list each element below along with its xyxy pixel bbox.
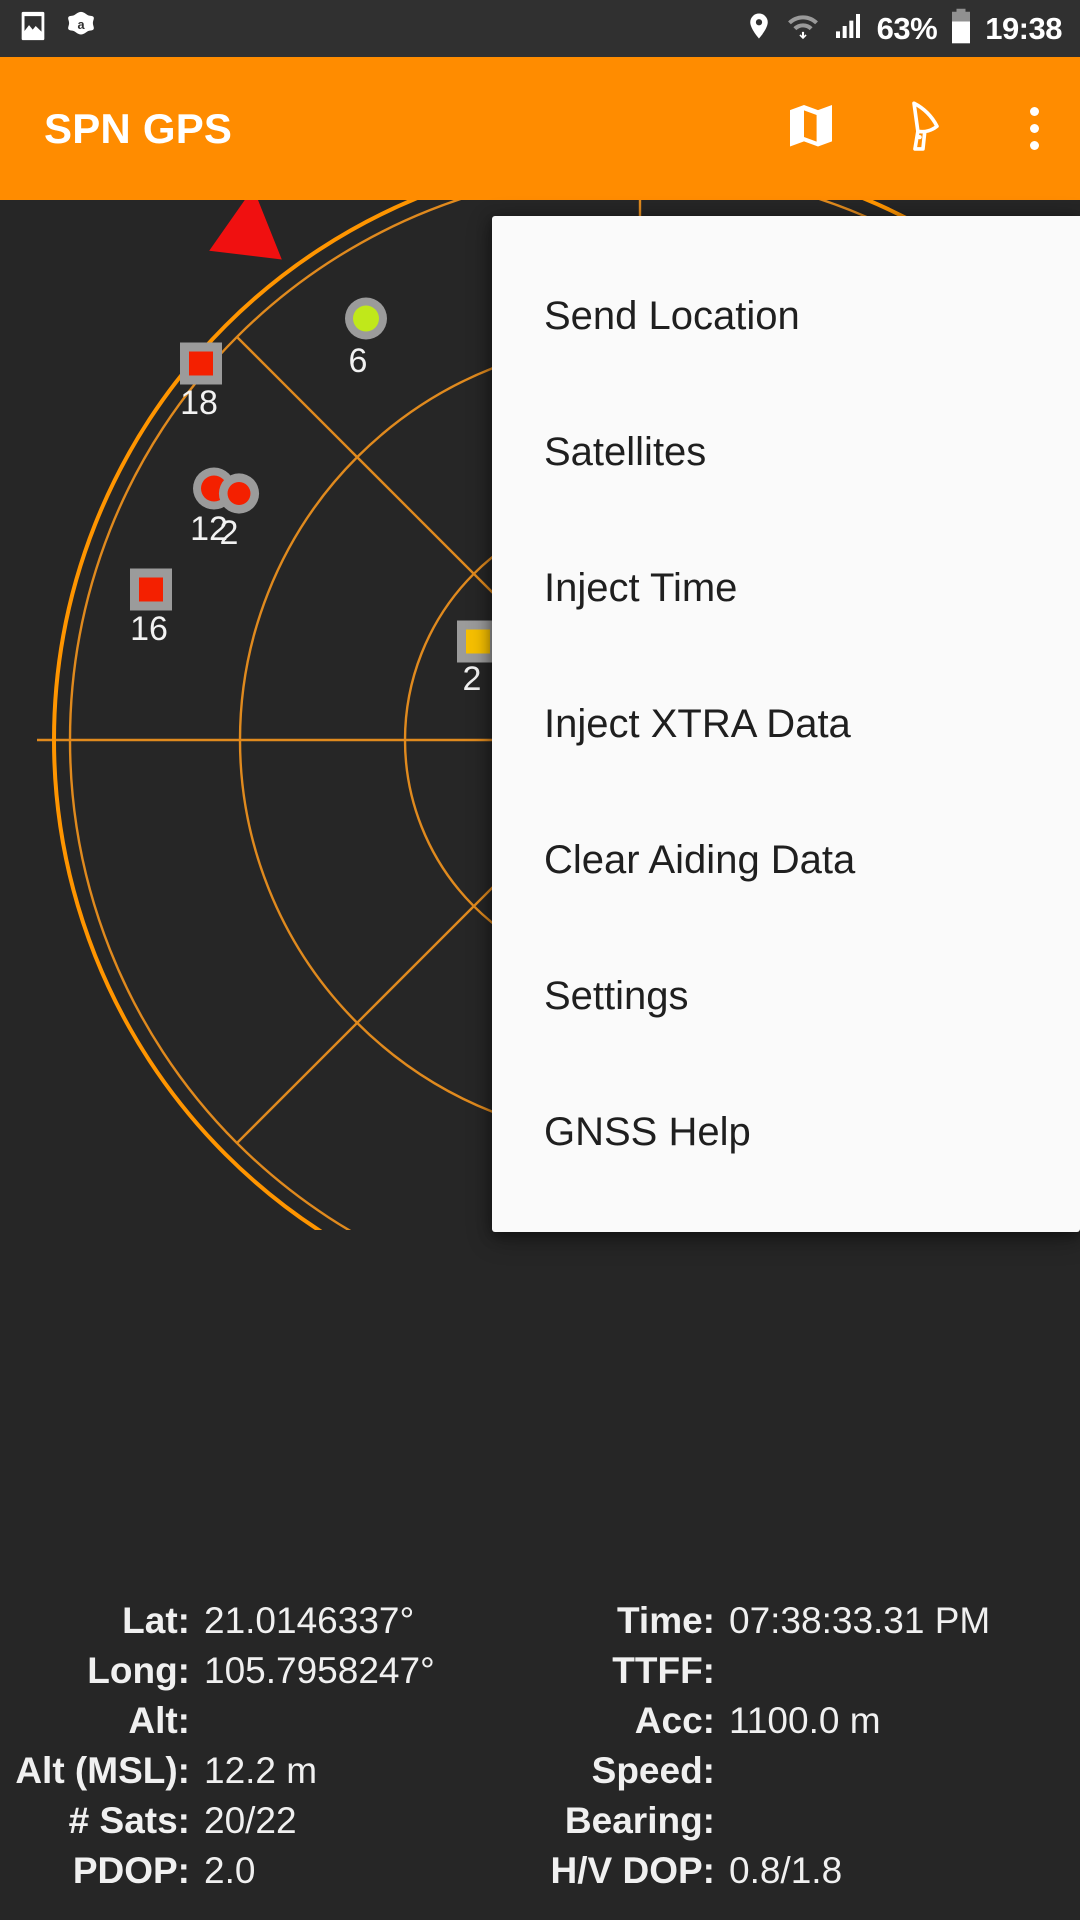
status-bar-right-icons: 63% 19:38 bbox=[744, 8, 1080, 49]
overflow-menu-popup[interactable]: Send Location Satellites Inject Time Inj… bbox=[492, 216, 1080, 1232]
menu-item-inject-time[interactable]: Inject Time bbox=[492, 520, 1080, 656]
stat-value-lat: 21.0146337° bbox=[204, 1600, 415, 1641]
wifi-icon bbox=[787, 9, 819, 48]
map-icon bbox=[783, 98, 839, 159]
stat-label-ttff: TTFF: bbox=[612, 1650, 715, 1691]
satellite-label: 6 bbox=[348, 342, 368, 380]
image-icon bbox=[16, 9, 50, 48]
satellite-label: 2 bbox=[219, 514, 239, 552]
location-pin-icon bbox=[744, 9, 774, 48]
stat-row-time: Time: 07:38:33.31 PM bbox=[540, 1600, 1080, 1650]
menu-item-satellites[interactable]: Satellites bbox=[492, 384, 1080, 520]
stat-value-hv-dop: 0.8/1.8 bbox=[729, 1850, 843, 1891]
stat-label-lat: Lat: bbox=[122, 1600, 190, 1641]
stat-row-pdop: PDOP: 2.0 bbox=[0, 1850, 540, 1900]
stat-label-alt: Alt: bbox=[128, 1700, 190, 1741]
north-arrow-icon bbox=[185, 200, 295, 298]
app-bar-actions bbox=[752, 57, 1080, 200]
stat-value-pdop: 2.0 bbox=[204, 1850, 256, 1891]
stat-label-long: Long: bbox=[87, 1650, 190, 1691]
stat-label-speed: Speed: bbox=[591, 1750, 715, 1791]
status-bar-clock: 19:38 bbox=[985, 10, 1062, 46]
stat-row-speed: Speed: bbox=[540, 1750, 1080, 1800]
stat-label-alt-msl: Alt (MSL): bbox=[15, 1750, 190, 1791]
menu-item-clear-aiding-data[interactable]: Clear Aiding Data bbox=[492, 792, 1080, 928]
satellite-label: 2 bbox=[462, 660, 482, 698]
status-bar-left-icons: a bbox=[0, 9, 98, 48]
cellular-signal-icon bbox=[832, 9, 864, 48]
stat-label-acc: Acc: bbox=[634, 1700, 715, 1741]
stat-label-time: Time: bbox=[616, 1600, 715, 1641]
satellite-marker[interactable] bbox=[343, 296, 389, 347]
stat-row-bearing: Bearing: bbox=[540, 1800, 1080, 1850]
stat-row-ttff: TTFF: bbox=[540, 1650, 1080, 1700]
status-bar: a 63% 19:38 bbox=[0, 0, 1080, 57]
stat-value-num-sats: 20/22 bbox=[204, 1800, 297, 1841]
menu-item-gnss-help[interactable]: GNSS Help bbox=[492, 1064, 1080, 1200]
overflow-menu-icon bbox=[1029, 103, 1039, 154]
stat-value-acc: 1100.0 m bbox=[729, 1700, 881, 1741]
battery-percentage: 63% bbox=[876, 10, 938, 46]
stat-value-long: 105.7958247° bbox=[204, 1650, 435, 1691]
stat-row-alt: Alt: bbox=[0, 1700, 540, 1750]
satellite-label: 18 bbox=[180, 384, 218, 422]
svg-text:a: a bbox=[77, 17, 85, 32]
battery-icon bbox=[950, 8, 972, 49]
stat-label-hv-dop: H/V DOP: bbox=[550, 1850, 715, 1891]
stat-label-pdop: PDOP: bbox=[72, 1850, 190, 1891]
satellite-dish-icon bbox=[900, 97, 958, 160]
satellite-dish-button[interactable] bbox=[870, 57, 988, 200]
stat-value-alt-msl: 12.2 m bbox=[204, 1750, 318, 1791]
stat-label-num-sats: # Sats: bbox=[68, 1800, 190, 1841]
overflow-menu-button[interactable] bbox=[988, 57, 1080, 200]
menu-item-send-location[interactable]: Send Location bbox=[492, 248, 1080, 384]
stat-label-bearing: Bearing: bbox=[564, 1800, 715, 1841]
stat-row-lat: Lat: 21.0146337° bbox=[0, 1600, 540, 1650]
gps-stats-panel: Lat: 21.0146337° Long: 105.7958247° Alt:… bbox=[0, 1600, 1080, 1920]
stat-row-hv-dop: H/V DOP: 0.8/1.8 bbox=[540, 1850, 1080, 1900]
app-bar: SPN GPS bbox=[0, 57, 1080, 200]
page-title: SPN GPS bbox=[44, 104, 233, 152]
stat-value-time: 07:38:33.31 PM bbox=[729, 1600, 991, 1641]
stat-row-acc: Acc: 1100.0 m bbox=[540, 1700, 1080, 1750]
app-notification-icon: a bbox=[64, 9, 98, 48]
stats-column-left: Lat: 21.0146337° Long: 105.7958247° Alt:… bbox=[0, 1600, 540, 1920]
menu-item-inject-xtra-data[interactable]: Inject XTRA Data bbox=[492, 656, 1080, 792]
map-button[interactable] bbox=[752, 57, 870, 200]
satellite-label: 16 bbox=[130, 610, 168, 648]
stat-row-long: Long: 105.7958247° bbox=[0, 1650, 540, 1700]
menu-item-settings[interactable]: Settings bbox=[492, 928, 1080, 1064]
stats-column-right: Time: 07:38:33.31 PM TTFF: Acc: 1100.0 m… bbox=[540, 1600, 1080, 1920]
stat-row-alt-msl: Alt (MSL): 12.2 m bbox=[0, 1750, 540, 1800]
stat-row-num-sats: # Sats: 20/22 bbox=[0, 1800, 540, 1850]
